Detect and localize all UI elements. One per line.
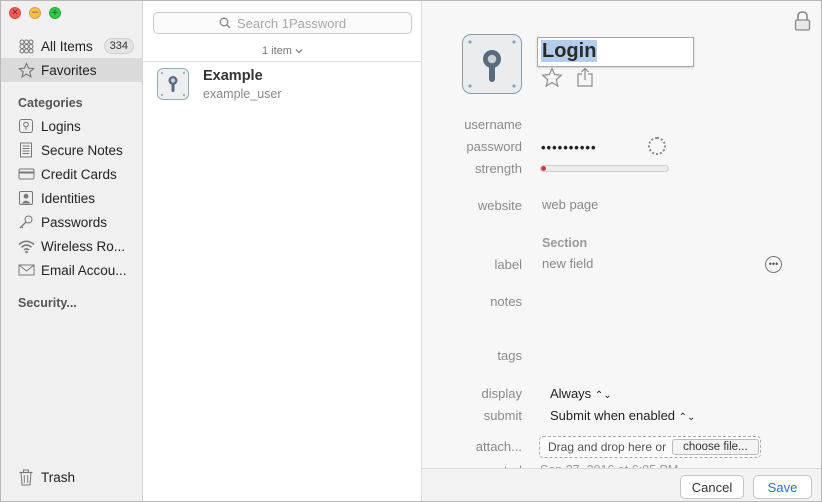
item-icon[interactable] xyxy=(462,34,522,94)
all-items-icon xyxy=(17,37,35,55)
login-icon xyxy=(17,117,35,135)
website-field[interactable]: web page xyxy=(542,197,598,212)
password-strength-meter xyxy=(540,165,669,172)
sidebar-item-label: Favorites xyxy=(41,62,97,78)
list-item[interactable]: Example example_user xyxy=(143,62,422,108)
sidebar-item-label: Credit Cards xyxy=(41,166,117,182)
sidebar-item-label: Logins xyxy=(41,118,81,134)
sidebar-item-label: All Items xyxy=(41,38,93,54)
sidebar-item-all-items[interactable]: All Items 334 xyxy=(1,34,142,58)
wifi-icon xyxy=(17,237,35,255)
item-count-label: 1 item xyxy=(261,45,292,57)
sidebar-item-label: Passwords xyxy=(41,214,108,230)
custom-field-label[interactable]: label xyxy=(422,257,522,272)
sidebar-item-logins[interactable]: Logins xyxy=(1,114,142,138)
sidebar-item-trash[interactable]: Trash xyxy=(1,465,142,489)
star-icon xyxy=(17,61,35,79)
updown-chevron-icon: ⌃⌄ xyxy=(678,412,696,423)
item-count-sort[interactable]: 1 item xyxy=(143,45,422,57)
submit-label: submit xyxy=(483,408,522,423)
save-button[interactable]: Save xyxy=(753,475,812,499)
attach-label: attach... xyxy=(475,439,522,454)
updown-chevron-icon: ⌃⌄ xyxy=(594,390,612,401)
password-label: password xyxy=(466,139,522,154)
login-item-icon xyxy=(157,68,189,100)
item-title-value: Login xyxy=(541,40,598,62)
display-select-value: Always xyxy=(550,386,592,401)
strength-fill xyxy=(541,166,546,171)
sidebar-item-email-accounts[interactable]: Email Accou... xyxy=(1,258,142,282)
strength-label: strength xyxy=(475,161,522,176)
submit-select-value: Submit when enabled xyxy=(550,408,676,423)
sidebar-item-credit-cards[interactable]: Credit Cards xyxy=(1,162,142,186)
sidebar-item-favorites[interactable]: Favorites xyxy=(1,58,142,82)
sidebar-item-label: Trash xyxy=(41,469,76,485)
email-icon xyxy=(17,261,35,279)
attachment-dropzone[interactable]: Drag and drop here or choose file... xyxy=(539,436,761,458)
sidebar-item-label: Email Accou... xyxy=(41,262,127,278)
chevron-down-icon xyxy=(295,49,303,54)
window-controls: ✕ − + xyxy=(9,7,61,19)
search-icon xyxy=(219,17,231,29)
sidebar-item-passwords[interactable]: Passwords xyxy=(1,210,142,234)
notes-label: notes xyxy=(490,294,522,309)
display-label: display xyxy=(481,386,522,401)
tags-label: tags xyxy=(497,348,522,363)
favorite-star-icon[interactable] xyxy=(541,67,563,91)
item-count-badge: 334 xyxy=(103,38,134,54)
key-icon xyxy=(17,213,35,231)
share-icon[interactable] xyxy=(576,67,594,91)
list-item-subtitle: example_user xyxy=(203,87,282,101)
app-window: ✕ − + All Items 334 Favorites Categories… xyxy=(0,0,822,502)
display-select[interactable]: Always ⌃⌄ xyxy=(550,386,612,401)
password-generator-icon[interactable] xyxy=(648,137,666,155)
sidebar-item-label: Identities xyxy=(41,190,96,206)
zoom-window-button[interactable]: + xyxy=(49,7,61,19)
more-options-icon[interactable]: ••• xyxy=(765,256,782,273)
list-item-title: Example xyxy=(203,68,263,84)
section-title[interactable]: Section xyxy=(542,236,587,250)
dropzone-text: Drag and drop here or xyxy=(548,440,667,454)
search-placeholder: Search 1Password xyxy=(236,15,347,31)
username-label: username xyxy=(464,117,522,132)
sidebar-item-label: Wireless Ro... xyxy=(41,238,126,254)
item-detail-panel: Login username password •••••••••• stren… xyxy=(422,1,821,501)
lock-icon[interactable] xyxy=(794,11,811,34)
search-input[interactable]: Search 1Password xyxy=(153,12,412,34)
choose-file-button[interactable]: choose file... xyxy=(672,439,759,455)
website-label: website xyxy=(477,198,522,213)
bottom-bar: Cancel Save xyxy=(422,468,821,501)
sidebar-item-identities[interactable]: Identities xyxy=(1,186,142,210)
submit-select[interactable]: Submit when enabled ⌃⌄ xyxy=(550,408,695,423)
credit-card-icon xyxy=(17,165,35,183)
categories-heading: Categories xyxy=(18,96,83,110)
minimize-window-button[interactable]: − xyxy=(29,7,41,19)
sidebar-item-label: Secure Notes xyxy=(41,142,123,158)
close-window-button[interactable]: ✕ xyxy=(9,7,21,19)
cancel-button[interactable]: Cancel xyxy=(680,475,744,499)
trash-icon xyxy=(17,468,35,486)
custom-field-value[interactable]: new field xyxy=(542,256,593,271)
item-list-panel: Search 1Password 1 item Example example_… xyxy=(143,1,422,501)
sidebar-item-wireless-routers[interactable]: Wireless Ro... xyxy=(1,234,142,258)
sidebar-item-secure-notes[interactable]: Secure Notes xyxy=(1,138,142,162)
security-heading[interactable]: Security... xyxy=(18,296,77,310)
note-icon xyxy=(17,141,35,159)
password-field[interactable]: •••••••••• xyxy=(541,140,597,155)
item-title-field[interactable]: Login xyxy=(537,37,694,67)
identity-icon xyxy=(17,189,35,207)
sidebar: ✕ − + All Items 334 Favorites Categories… xyxy=(1,1,143,501)
